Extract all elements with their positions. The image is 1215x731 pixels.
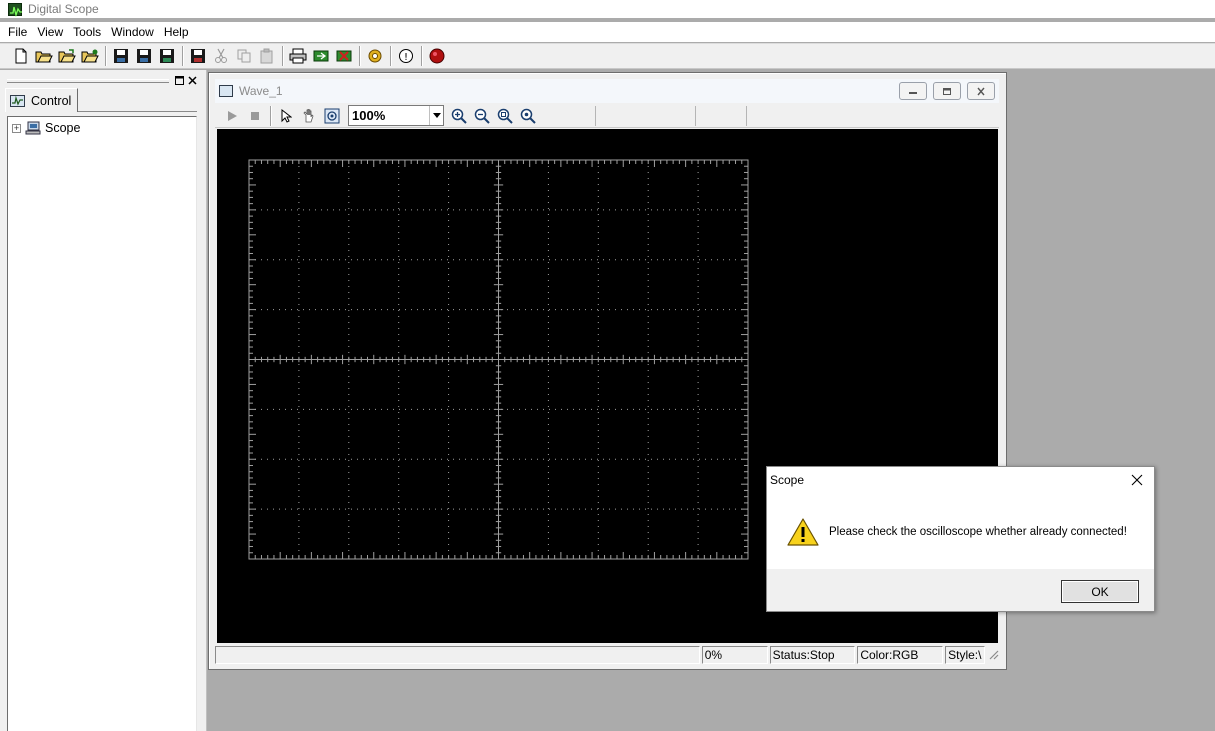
svg-text:!: ! [404, 52, 408, 63]
main-toolbar: ! [0, 43, 1215, 69]
window-controls [893, 82, 995, 100]
stop-icon[interactable] [244, 105, 266, 127]
control-panel: Control + Scope [0, 70, 207, 731]
wave-window-title: Wave_1 [239, 84, 283, 98]
save-all-icon[interactable] [156, 45, 178, 67]
zoom-value: 100% [352, 108, 386, 123]
device-tree: + Scope [7, 116, 197, 731]
warning-icon [787, 517, 819, 547]
save-as-icon[interactable] [133, 45, 155, 67]
toolbar-divider [695, 105, 696, 126]
tree-expand-icon[interactable]: + [12, 123, 21, 133]
paste-icon[interactable] [256, 45, 278, 67]
menu-tools[interactable]: Tools [68, 25, 106, 39]
status-style: Style:\ [945, 646, 986, 664]
save-icon[interactable] [110, 45, 132, 67]
stop-record-icon[interactable] [426, 45, 448, 67]
restore-button[interactable] [933, 82, 961, 100]
close-button[interactable] [967, 82, 995, 100]
status-message [215, 646, 700, 664]
zoom-reset-icon[interactable] [517, 105, 539, 127]
copy-icon[interactable] [233, 45, 255, 67]
minimize-button[interactable] [899, 82, 927, 100]
panel-close-icon[interactable] [187, 76, 197, 86]
open-folder-3-icon[interactable] [79, 45, 101, 67]
dialog-message: Please check the oscilloscope whether al… [829, 526, 1127, 538]
panel-tabstrip: Control [5, 88, 197, 112]
menu-help[interactable]: Help [159, 25, 194, 39]
app-title: Digital Scope [28, 2, 99, 16]
ok-button[interactable]: OK [1061, 580, 1139, 603]
status-progress: 0% [701, 646, 768, 664]
tree-item-label: Scope [45, 121, 81, 135]
settings-icon[interactable] [364, 45, 386, 67]
toolbar-separator [282, 46, 284, 66]
print-icon[interactable] [287, 45, 309, 67]
toolbar-divider [746, 105, 747, 126]
play-icon[interactable] [221, 105, 243, 127]
dialog-footer: OK [767, 569, 1154, 611]
menu-window[interactable]: Window [106, 25, 159, 39]
open-folder-2-icon[interactable] [56, 45, 78, 67]
zoom-out-icon[interactable] [471, 105, 493, 127]
tab-control-label: Control [31, 93, 72, 108]
toolbar-separator [105, 46, 107, 66]
wave-window-icon [219, 85, 233, 97]
toolbar-separator [182, 46, 184, 66]
menu-bar: File View Tools Window Help [0, 22, 1215, 42]
panel-float-icon[interactable] [174, 76, 184, 86]
zoom-in-icon[interactable] [448, 105, 470, 127]
app-titlebar: Digital Scope [0, 0, 1215, 18]
dialog-body: Please check the oscilloscope whether al… [787, 517, 1127, 547]
export-icon[interactable] [310, 45, 332, 67]
save-wave-icon[interactable] [187, 45, 209, 67]
menu-file[interactable]: File [3, 25, 32, 39]
status-state: Status:Stop [769, 646, 856, 664]
cut-icon[interactable] [210, 45, 232, 67]
toolbar-separator [270, 105, 272, 126]
new-file-icon[interactable] [10, 45, 32, 67]
wave-toolbar: 100% [215, 104, 999, 128]
delete-icon[interactable] [333, 45, 355, 67]
menu-view[interactable]: View [32, 25, 68, 39]
hand-icon[interactable] [298, 105, 320, 127]
panel-header [7, 76, 199, 86]
message-dialog: Scope Please check the oscilloscope whet… [766, 466, 1155, 612]
target-icon[interactable] [321, 105, 343, 127]
tree-item-scope[interactable]: + Scope [12, 121, 80, 135]
dialog-close-icon[interactable] [1126, 470, 1148, 490]
toolbar-separator [421, 46, 423, 66]
status-color: Color:RGB [857, 646, 944, 664]
wave-window-titlebar[interactable]: Wave_1 [215, 79, 999, 103]
help-icon[interactable]: ! [395, 45, 417, 67]
zoom-select[interactable]: 100% [348, 105, 444, 126]
panel-grip[interactable] [7, 79, 169, 83]
toolbar-divider [595, 105, 596, 126]
pointer-icon[interactable] [275, 105, 297, 127]
scope-app-icon [8, 2, 22, 17]
open-folder-icon[interactable] [33, 45, 55, 67]
chevron-down-icon[interactable] [429, 106, 443, 125]
toolbar-separator [390, 46, 392, 66]
resize-grip-icon[interactable] [987, 646, 999, 664]
computer-icon [25, 121, 41, 135]
control-tab-icon [10, 94, 25, 107]
mdi-workspace: Wave_1 100% 0% Status:Stop Color:RGB Sty… [208, 70, 1215, 731]
status-bar: 0% Status:Stop Color:RGB Style:\ [215, 646, 999, 664]
tab-control[interactable]: Control [5, 88, 79, 112]
dialog-title: Scope [770, 473, 805, 487]
toolbar-separator [359, 46, 361, 66]
zoom-fit-icon[interactable] [494, 105, 516, 127]
